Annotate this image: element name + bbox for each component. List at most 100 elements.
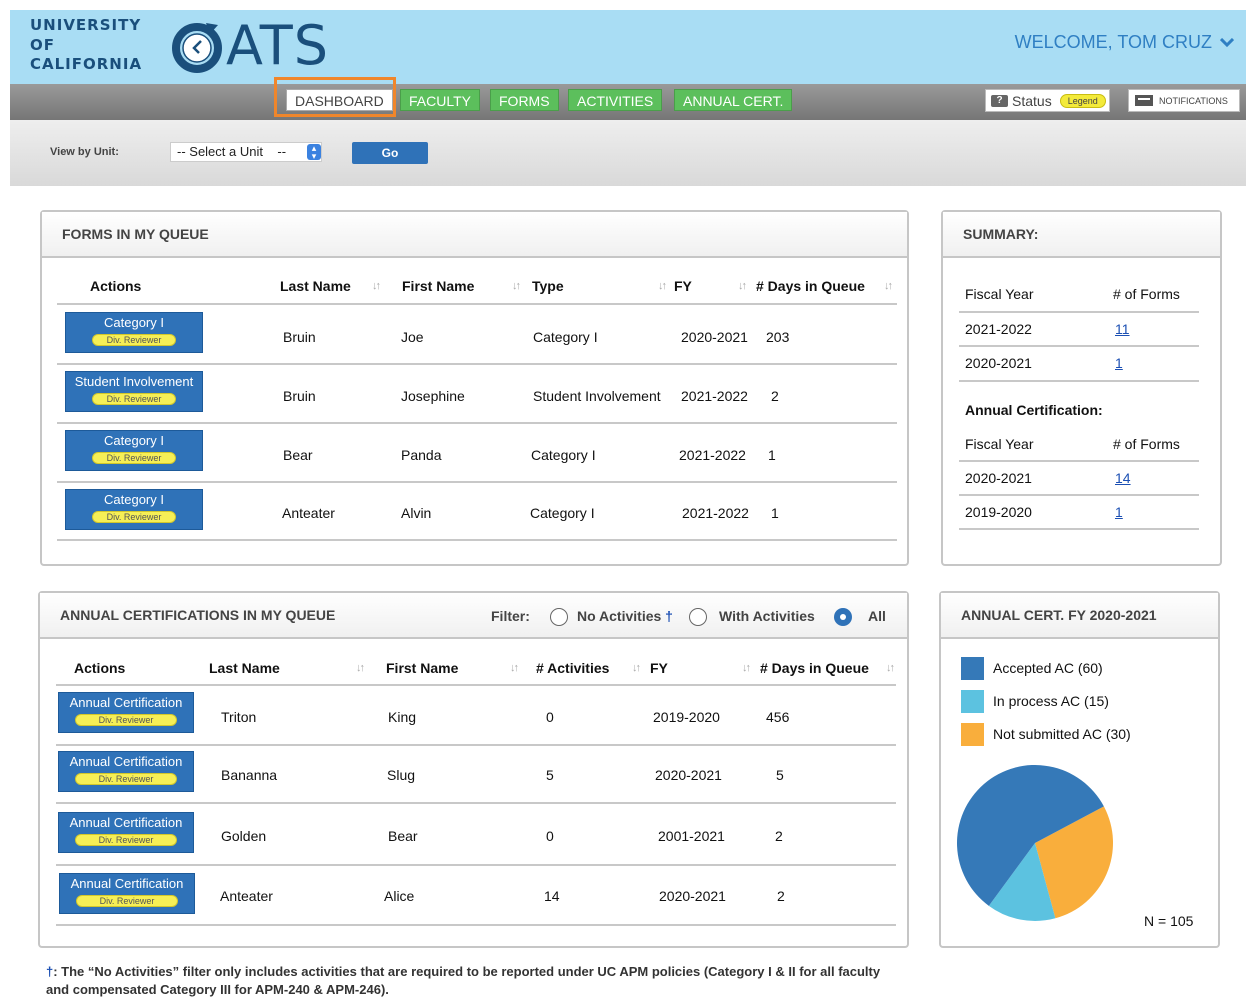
select-arrows-icon: ▴ ▾ [307, 144, 321, 161]
footnote-text: : The “No Activities” filter only includ… [46, 964, 881, 997]
divider [959, 380, 1199, 382]
go-button[interactable]: Go [352, 142, 428, 164]
annual-certification-action-button[interactable]: Annual Certification Div. Reviewer [58, 812, 194, 853]
filter-all-label[interactable]: All [868, 608, 886, 624]
legend-badge[interactable]: Legend [1059, 93, 1106, 108]
col-activities[interactable]: # Activities [536, 660, 609, 676]
fiscal-year: 2020-2021 [655, 767, 722, 783]
first-name: Josephine [401, 388, 465, 404]
sort-icon[interactable]: ↓↑ [356, 662, 365, 674]
divider [56, 864, 896, 866]
divider [959, 345, 1199, 347]
sort-icon[interactable]: ↓↑ [658, 280, 667, 292]
annual-certification-action-button[interactable]: Annual Certification Div. Reviewer [58, 751, 194, 792]
divider [959, 528, 1199, 530]
role-badge: Div. Reviewer [92, 393, 176, 405]
unit-filter-bar: View by Unit: -- Select a Unit -- ▴ ▾ Go [10, 120, 1246, 186]
tab-annual-cert[interactable]: ANNUAL CERT. [674, 89, 793, 111]
annual-cert-chart-panel: ANNUAL CERT. FY 2020-2021 Accepted AC (6… [939, 591, 1220, 948]
divider [57, 303, 897, 305]
sort-icon[interactable]: ↓↑ [510, 662, 519, 674]
col-fy[interactable]: FY [650, 660, 668, 676]
uc-logo-line: CALIFORNIA [30, 55, 143, 73]
sort-icon[interactable]: ↓↑ [742, 662, 751, 674]
filter-with-activities-radio[interactable] [689, 608, 707, 626]
action-label: Annual Certification [69, 754, 183, 769]
divider [959, 494, 1199, 496]
first-name: Panda [401, 447, 442, 463]
summary-panel: SUMMARY: Fiscal Year # of Forms 2021-202… [941, 210, 1222, 566]
tab-faculty[interactable]: FACULTY [400, 89, 480, 111]
activities-count: 0 [546, 709, 554, 725]
tab-dashboard[interactable]: DASHBOARD [286, 89, 393, 111]
user-menu[interactable]: WELCOME, TOM CRUZ [1015, 32, 1234, 53]
sort-icon[interactable]: ↓↑ [512, 280, 521, 292]
days-in-queue: 2 [777, 888, 785, 904]
days-in-queue: 1 [771, 505, 779, 521]
days-in-queue: 456 [766, 709, 790, 725]
days-in-queue: 5 [776, 767, 784, 783]
legend-label-accepted: Accepted AC (60) [993, 660, 1103, 676]
annual-certification-action-button[interactable]: Annual Certification Div. Reviewer [58, 692, 194, 733]
col-days[interactable]: # Days in Queue [756, 278, 865, 294]
role-badge: Div. Reviewer [92, 511, 176, 523]
sort-icon[interactable]: ↓↑ [372, 280, 381, 292]
filter-with-activities-label[interactable]: With Activities [719, 608, 815, 624]
category-action-button[interactable]: Category I Div. Reviewer [65, 430, 203, 471]
form-type: Category I [530, 505, 595, 521]
filter-no-activities-label[interactable]: No Activities † [577, 608, 673, 624]
category-action-button[interactable]: Category I Div. Reviewer [65, 312, 203, 353]
forms-count-link[interactable]: 11 [1115, 321, 1130, 337]
annual-cert-pie-chart [957, 765, 1113, 921]
notifications-button[interactable]: NOTIFICATIONS [1128, 89, 1240, 112]
envelope-icon [1135, 95, 1153, 106]
days-in-queue: 1 [768, 447, 776, 463]
col-fy[interactable]: FY [674, 278, 692, 294]
divider [959, 311, 1199, 313]
status-label: Status [1012, 92, 1052, 109]
action-label: Category I [104, 315, 164, 330]
student-involvement-action-button[interactable]: Student Involvement Div. Reviewer [65, 371, 203, 412]
col-first-name[interactable]: First Name [402, 278, 474, 294]
col-last-name[interactable]: Last Name [209, 660, 280, 676]
action-label: Category I [104, 433, 164, 448]
last-name: Bruin [283, 388, 316, 404]
action-label: Annual Certification [69, 815, 183, 830]
last-name: Triton [221, 709, 257, 725]
col-actions: Actions [74, 660, 126, 676]
forms-count-header: # of Forms [1113, 286, 1180, 302]
annual-certification-action-button[interactable]: Annual Certification Div. Reviewer [59, 873, 195, 914]
sort-icon[interactable]: ↓↑ [886, 662, 895, 674]
sort-icon[interactable]: ↓↑ [884, 280, 893, 292]
sort-icon[interactable]: ↓↑ [632, 662, 641, 674]
welcome-text: WELCOME, TOM CRUZ [1014, 32, 1212, 52]
col-first-name[interactable]: First Name [386, 660, 458, 676]
last-name: Golden [221, 828, 267, 844]
filter-no-activities-text: No Activities [577, 608, 662, 624]
forms-count-link[interactable]: 1 [1115, 504, 1123, 520]
sort-icon[interactable]: ↓↑ [738, 280, 747, 292]
col-last-name[interactable]: Last Name [280, 278, 351, 294]
tab-forms[interactable]: FORMS [490, 89, 559, 111]
unit-select[interactable]: -- Select a Unit -- ▴ ▾ [170, 142, 322, 162]
annual-queue-title: ANNUAL CERTIFICATIONS IN MY QUEUE [60, 607, 336, 623]
legend-swatch-not-submitted [961, 723, 984, 746]
clock-icon [172, 23, 222, 73]
filter-no-activities-radio[interactable] [550, 608, 568, 626]
col-type[interactable]: Type [532, 278, 564, 294]
col-days[interactable]: # Days in Queue [760, 660, 869, 676]
fiscal-year: 2020-2021 [681, 329, 748, 345]
divider [57, 422, 897, 424]
uc-logo-line: UNIVERSITY [30, 16, 142, 34]
forms-count-link[interactable]: 1 [1115, 355, 1123, 371]
filter-all-radio[interactable] [834, 608, 852, 626]
forms-count-link[interactable]: 14 [1115, 470, 1131, 486]
unit-label: View by Unit: [50, 146, 119, 158]
annual-cert-subtitle: Annual Certification: [965, 402, 1103, 418]
first-name: Alvin [401, 505, 432, 521]
category-action-button[interactable]: Category I Div. Reviewer [65, 489, 203, 530]
tab-activities[interactable]: ACTIVITIES [568, 89, 663, 111]
app-logo-text: ATS [226, 14, 330, 77]
status-button[interactable]: ? Status Legend [985, 89, 1110, 112]
form-type: Category I [533, 329, 598, 345]
